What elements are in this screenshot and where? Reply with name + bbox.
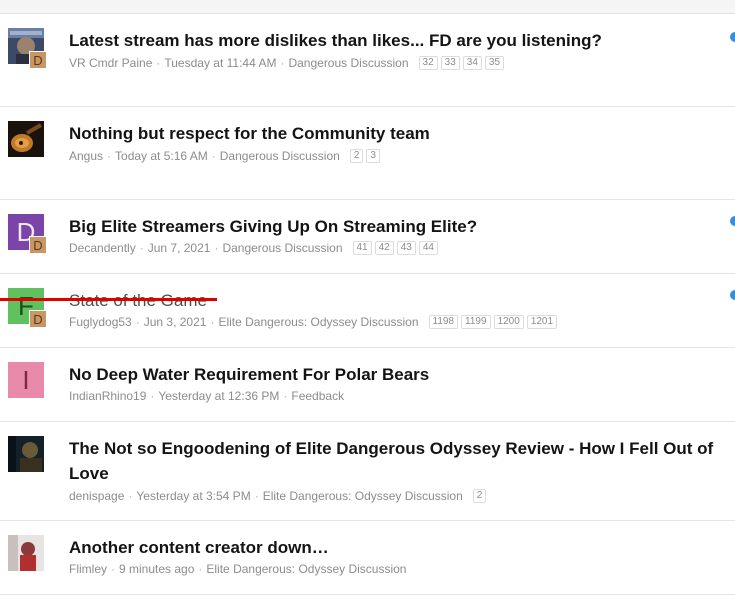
page-jump-links: 2 3 xyxy=(349,149,380,163)
meta-separator: · xyxy=(210,315,215,329)
thread-title[interactable]: Latest stream has more dislikes than lik… xyxy=(69,28,717,53)
thread-author[interactable]: Fuglydog53 xyxy=(69,315,132,329)
thread-item: Another content creator down… Flimley · 9… xyxy=(0,521,735,595)
thread-date[interactable]: Jun 7, 2021 xyxy=(148,241,211,255)
thread-title[interactable]: No Deep Water Requirement For Polar Bear… xyxy=(69,362,717,387)
page-link[interactable]: 41 xyxy=(352,241,372,255)
page-link[interactable]: 1200 xyxy=(493,315,524,329)
meta-separator: · xyxy=(150,389,155,403)
thread-item: The Not so Engoodening of Elite Dangerou… xyxy=(0,422,735,521)
thread-meta: Angus · Today at 5:16 AM · Dangerous Discu… xyxy=(69,149,380,163)
meta-separator: · xyxy=(254,489,259,503)
meta-separator: · xyxy=(128,489,133,503)
dark-figure-image xyxy=(8,436,44,472)
thread-title[interactable]: Another content creator down… xyxy=(69,535,717,560)
page-jump-links: 41 42 43 44 xyxy=(352,241,438,255)
thread-title[interactable]: Big Elite Streamers Giving Up On Streami… xyxy=(69,214,717,239)
thread-date[interactable]: Yesterday at 12:36 PM xyxy=(158,389,279,403)
unread-indicator[interactable] xyxy=(730,32,735,42)
page-link[interactable]: 1199 xyxy=(461,315,491,329)
thread-item: F D State of the Game Fuglydog53· Jun 3,… xyxy=(0,274,735,348)
thread-meta: VR Cmdr Paine · Tuesday at 11:44 AM · Dang… xyxy=(69,56,505,70)
thread-forum[interactable]: Dangerous Discussion xyxy=(288,56,408,70)
meta-separator: · xyxy=(198,562,203,576)
thread-meta: Decandently · Jun 7, 2021 · Dangerous Disc… xyxy=(69,241,438,255)
mini-avatar: D xyxy=(29,51,47,69)
thread-author[interactable]: Flimley xyxy=(69,562,107,576)
unread-indicator[interactable] xyxy=(730,216,735,226)
page-jump-links: 2 xyxy=(472,489,487,503)
meta-separator: · xyxy=(214,241,219,255)
meta-separator: · xyxy=(135,315,140,329)
thread-forum[interactable]: Dangerous Discussion xyxy=(220,149,340,163)
meta-separator: · xyxy=(283,389,288,403)
thread-author[interactable]: Angus xyxy=(69,149,103,163)
thread-meta: denispage · Yesterday at 3:54 PM · Elite D… xyxy=(69,489,487,503)
meta-separator: · xyxy=(139,241,144,255)
thread-date[interactable]: 9 minutes ago xyxy=(119,562,194,576)
page-link[interactable]: 32 xyxy=(418,56,438,70)
thread-item: I No Deep Water Requirement For Polar Be… xyxy=(0,348,735,422)
red-strike-annotation xyxy=(0,298,217,301)
page-link[interactable]: 42 xyxy=(374,241,394,255)
thread-author[interactable]: IndianRhino19 xyxy=(69,389,146,403)
avatar[interactable] xyxy=(8,121,44,157)
thread-date[interactable]: Yesterday at 3:54 PM xyxy=(136,489,250,503)
thread-author[interactable]: denispage xyxy=(69,489,124,503)
page-link[interactable]: 43 xyxy=(396,241,416,255)
meta-separator: · xyxy=(107,149,112,163)
meta-separator: · xyxy=(280,56,285,70)
thread-date[interactable]: Jun 3, 2021 xyxy=(144,315,207,329)
mini-avatar: D xyxy=(29,236,47,254)
page-link[interactable]: 34 xyxy=(462,56,482,70)
meta-separator: · xyxy=(156,56,161,70)
page-jump-links: 32 33 34 35 xyxy=(418,56,505,70)
page-link[interactable]: 35 xyxy=(484,56,505,70)
mini-avatar: D xyxy=(29,310,47,328)
thread-item: Nothing but respect for the Community te… xyxy=(0,107,735,200)
page-link[interactable]: 2 xyxy=(349,149,364,163)
guitar-image xyxy=(8,121,44,157)
page-link[interactable]: 3 xyxy=(366,149,380,163)
page-link[interactable]: 44 xyxy=(418,241,438,255)
thread-meta: Fuglydog53 · Jun 3, 2021 · Elite Dangerous… xyxy=(69,315,558,329)
page-link[interactable]: 1201 xyxy=(526,315,558,329)
avatar[interactable]: I xyxy=(8,362,44,398)
thread-meta: Flimley · 9 minutes ago · Elite Dangerous:… xyxy=(69,562,406,576)
thread-forum[interactable]: Feedback xyxy=(291,389,344,403)
thread-forum[interactable]: Dangerous Discussion xyxy=(222,241,342,255)
avatar[interactable] xyxy=(8,436,44,472)
page-link[interactable]: 2 xyxy=(472,489,487,503)
page-link[interactable]: 1198 xyxy=(428,315,459,329)
thread-item: D D Big Elite Streamers Giving Up On Str… xyxy=(0,200,735,274)
unread-indicator[interactable] xyxy=(730,290,735,300)
thread-forum[interactable]: Elite Dangerous: Odyssey Discussion xyxy=(206,562,406,576)
thread-forum[interactable]: Elite Dangerous: Odyssey Discussion xyxy=(263,489,463,503)
thread-meta: IndianRhino19 · Yesterday at 12:36 PM · Fe… xyxy=(69,389,344,403)
thread-date[interactable]: Tuesday at 11:44 AM xyxy=(164,56,276,70)
list-top-edge xyxy=(0,0,735,14)
thread-author[interactable]: VR Cmdr Paine xyxy=(69,56,152,70)
thread-forum[interactable]: Elite Dangerous: Odyssey Discussion xyxy=(218,315,418,329)
page-jump-links: 1198 1199 1200 1201 xyxy=(428,315,558,329)
thread-author[interactable]: Decandently xyxy=(69,241,136,255)
thread-title[interactable]: The Not so Engoodening of Elite Dangerou… xyxy=(69,436,717,486)
thread-date[interactable]: Today at 5:16 AM xyxy=(115,149,208,163)
meta-separator: · xyxy=(211,149,216,163)
thread-title[interactable]: Nothing but respect for the Community te… xyxy=(69,121,717,146)
page-link[interactable]: 33 xyxy=(440,56,460,70)
thread-item: D Latest stream has more dislikes than l… xyxy=(0,14,735,107)
meta-separator: · xyxy=(111,562,115,576)
avatar[interactable] xyxy=(8,535,44,571)
red-figure-image xyxy=(8,535,44,571)
